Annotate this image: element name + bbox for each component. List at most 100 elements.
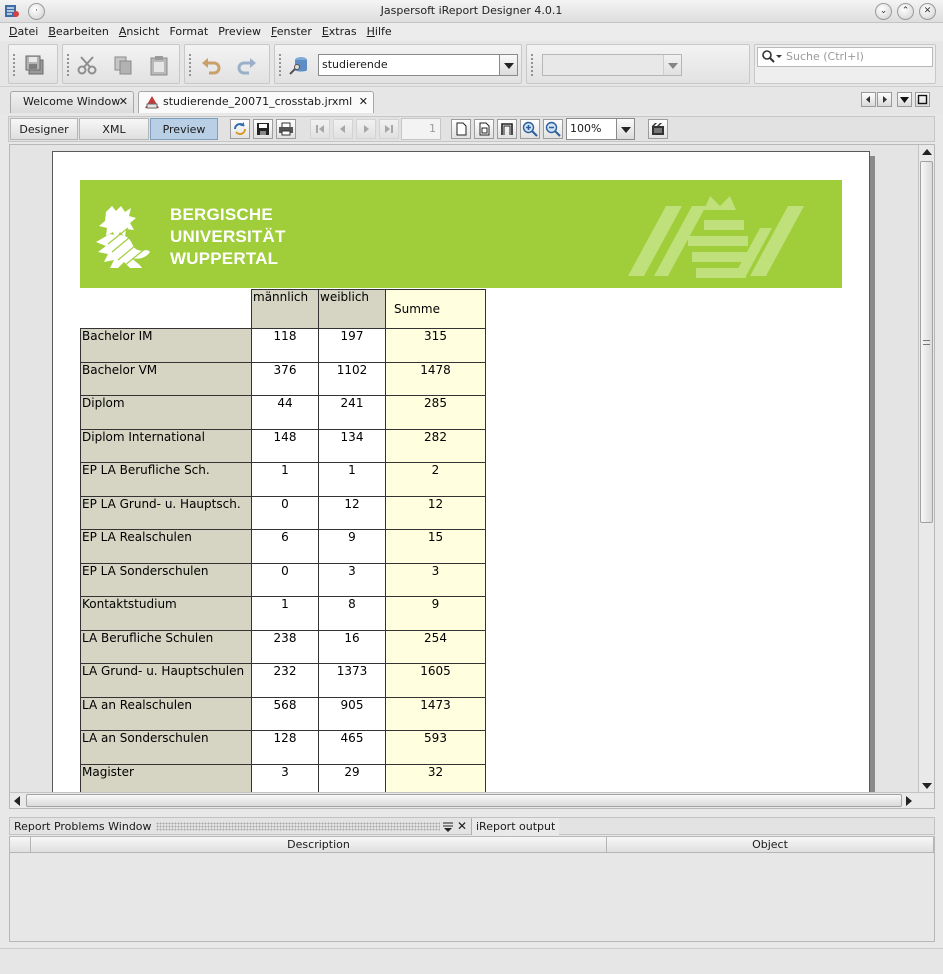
menu-extras[interactable]: Extras: [317, 23, 362, 40]
scroll-left-icon[interactable]: [14, 796, 20, 806]
tab-label: Welcome Window: [23, 95, 121, 108]
sum-cell: 3: [385, 563, 486, 597]
datasource-select[interactable]: studierende: [318, 54, 518, 76]
chevron-down-icon[interactable]: [616, 119, 634, 139]
tab-label: iReport output: [476, 820, 556, 833]
zoom-out-icon[interactable]: [543, 119, 563, 139]
actual-size-icon[interactable]: [451, 119, 471, 139]
close-tab-icon[interactable]: ✕: [119, 92, 128, 112]
panel-grip[interactable]: [156, 822, 440, 831]
menu-hilfe[interactable]: Hilfe: [362, 23, 397, 40]
maximize-editor-icon[interactable]: [915, 92, 930, 107]
horizontal-scrollbar[interactable]: [10, 792, 934, 808]
value-cell: 197: [318, 328, 386, 363]
zoom-in-icon[interactable]: [520, 119, 540, 139]
row-header: LA an Realschulen: [80, 697, 252, 731]
row-header: Kontaktstudium: [80, 596, 252, 631]
designer-mode-button[interactable]: Designer: [10, 118, 78, 140]
close-panel-icon[interactable]: ✕: [457, 819, 467, 833]
first-page-icon[interactable]: [310, 119, 330, 139]
search-input[interactable]: Suche (Ctrl+I): [757, 47, 933, 67]
row-header: Diplom International: [80, 429, 252, 463]
previous-page-icon[interactable]: [333, 119, 353, 139]
tab-scroll-right-icon[interactable]: [877, 92, 892, 107]
toolbar-group-extra: [526, 44, 750, 84]
value-cell: 6: [251, 529, 319, 564]
tab-crosstab-report[interactable]: studierende_20071_crosstab.jrxml ✕: [138, 91, 374, 113]
chevron-down-icon[interactable]: [663, 55, 681, 75]
fit-width-icon[interactable]: [497, 119, 517, 139]
fit-page-icon[interactable]: [474, 119, 494, 139]
value-cell: 1: [251, 462, 319, 497]
toolbar-grip[interactable]: [188, 53, 192, 77]
reload-icon[interactable]: [230, 119, 250, 139]
cut-icon[interactable]: [75, 54, 99, 76]
page-number-field[interactable]: 1: [401, 118, 441, 140]
export-icon[interactable]: [648, 119, 668, 139]
menu-fenster[interactable]: Fenster: [266, 23, 317, 40]
column-header-object[interactable]: Object: [607, 837, 934, 853]
search-icon[interactable]: [762, 50, 782, 70]
row-header: EP LA Berufliche Sch.: [80, 462, 252, 497]
window-title: Jaspersoft iReport Designer 4.0.1: [380, 4, 563, 17]
sum-cell: 282: [385, 429, 486, 463]
row-header: EP LA Sonderschulen: [80, 563, 252, 597]
toolbar-grip[interactable]: [278, 53, 282, 77]
horizontal-scroll-thumb[interactable]: [26, 794, 902, 807]
paste-icon[interactable]: [147, 54, 171, 76]
sum-cell: 1605: [385, 663, 486, 698]
scroll-right-icon[interactable]: [906, 796, 912, 806]
crosstab-table: männlich weiblich Summe Bachelor IM 118 197 31…: [53, 152, 871, 808]
value-cell: 134: [318, 429, 386, 463]
preview-mode-button[interactable]: Preview: [150, 118, 218, 140]
tab-welcome-window[interactable]: Welcome Window ✕: [10, 91, 134, 113]
column-header-blank[interactable]: [10, 837, 31, 853]
last-page-icon[interactable]: [379, 119, 399, 139]
zoom-select[interactable]: 100%: [566, 118, 635, 140]
value-cell: 118: [251, 328, 319, 363]
search-placeholder: Suche (Ctrl+I): [786, 50, 864, 63]
secondary-select[interactable]: [542, 54, 682, 76]
value-cell: 44: [251, 395, 319, 430]
scroll-up-icon[interactable]: [922, 149, 932, 155]
tab-list-dropdown-icon[interactable]: [897, 92, 912, 107]
toolbar-grip[interactable]: [530, 53, 534, 77]
vertical-scrollbar[interactable]: [918, 145, 934, 793]
sum-cell: 15: [385, 529, 486, 564]
toolbar-grip[interactable]: [66, 53, 70, 77]
redo-icon[interactable]: [235, 54, 259, 76]
tab-report-problems[interactable]: Report Problems Window: [14, 819, 152, 834]
save-all-icon[interactable]: [23, 54, 47, 76]
value-cell: 568: [251, 697, 319, 731]
toolbar-grip[interactable]: [12, 53, 16, 77]
tab-scroll-left-icon[interactable]: [861, 92, 876, 107]
scroll-down-icon[interactable]: [922, 783, 932, 789]
undo-icon[interactable]: [199, 54, 223, 76]
panel-menu-icon[interactable]: [442, 821, 454, 836]
tab-ireport-output[interactable]: iReport output: [471, 818, 560, 835]
xml-mode-button[interactable]: XML: [79, 118, 149, 140]
menu-bearbeiten[interactable]: Bearbeiten: [43, 23, 113, 40]
report-problems-table: Description Object: [9, 836, 935, 942]
report-preview-area[interactable]: BERGISCHE UNIVERSITÄT WUPPERTAL männlich…: [9, 144, 935, 809]
chevron-down-icon[interactable]: [499, 55, 517, 75]
maximize-button[interactable]: ⌃: [897, 3, 914, 20]
menu-ansicht[interactable]: Ansicht: [114, 23, 165, 40]
close-button[interactable]: ✕: [919, 3, 936, 20]
minimize-button[interactable]: ⌄: [875, 3, 892, 20]
menu-format[interactable]: Format: [164, 23, 213, 40]
close-tab-icon[interactable]: ✕: [359, 92, 368, 112]
menu-preview[interactable]: Preview: [213, 23, 266, 40]
status-bar: [0, 948, 943, 974]
toolbar-group-file: [8, 44, 58, 84]
save-report-icon[interactable]: [253, 119, 273, 139]
print-icon[interactable]: [276, 119, 296, 139]
datasource-icon[interactable]: [287, 54, 311, 76]
vertical-scroll-thumb[interactable]: [920, 161, 933, 523]
row-header: EP LA Grund- u. Hauptsch.: [80, 496, 252, 530]
copy-icon[interactable]: [111, 54, 135, 76]
next-page-icon[interactable]: [356, 119, 376, 139]
menu-datei[interactable]: Datei: [0, 23, 43, 40]
tab-label: Report Problems Window: [14, 820, 152, 833]
column-header-description[interactable]: Description: [31, 837, 607, 853]
